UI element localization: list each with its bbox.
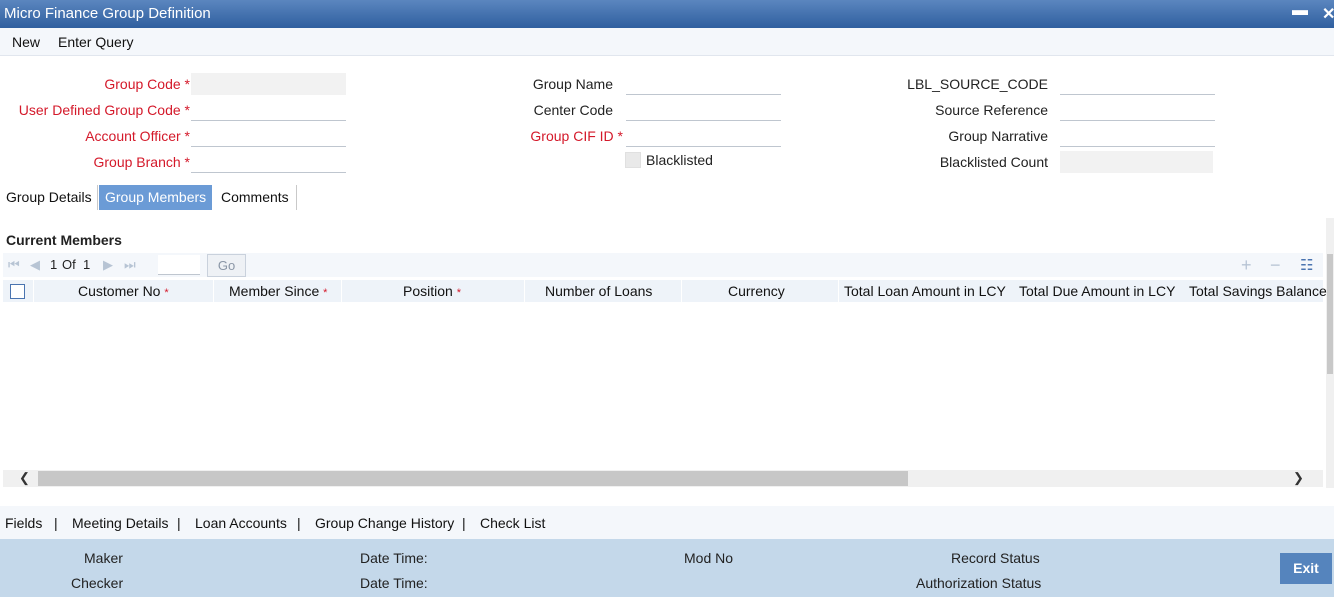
blacklisted-count-label: Blacklisted Count <box>939 154 1048 170</box>
column-separator <box>838 280 839 302</box>
mod-no-label: Mod No <box>684 550 734 566</box>
group-code-field[interactable] <box>191 73 346 95</box>
footer-separator: | <box>297 515 301 531</box>
column-separator <box>681 280 682 302</box>
scroll-right-icon[interactable]: ❯ <box>1293 470 1304 486</box>
delete-row-icon[interactable]: − <box>1270 255 1281 276</box>
total-pages: 1 <box>83 257 91 272</box>
footer-separator: | <box>177 515 181 531</box>
close-icon[interactable]: ✕ <box>1322 4 1334 24</box>
column-header-total-loan-amount[interactable]: Total Loan Amount in LCY <box>844 283 1006 299</box>
group-narrative-label: Group Narrative <box>948 128 1048 144</box>
column-separator <box>33 280 34 302</box>
maker-label: Maker <box>84 550 123 566</box>
column-separator <box>213 280 214 302</box>
user-defined-group-code-field[interactable] <box>191 99 346 121</box>
page-scrollbar[interactable] <box>1326 218 1334 488</box>
column-separator <box>341 280 342 302</box>
blacklisted-count-field[interactable] <box>1060 151 1213 173</box>
tab-group-members[interactable]: Group Members <box>99 185 213 210</box>
tab-separator <box>97 185 98 210</box>
source-code-label: LBL_SOURCE_CODE <box>907 76 1048 92</box>
blacklisted-label: Blacklisted <box>646 152 713 168</box>
last-page-icon[interactable]: ⏭ <box>124 257 136 273</box>
scroll-left-icon[interactable]: ❮ <box>19 470 30 486</box>
scrollbar-thumb[interactable] <box>38 471 908 486</box>
add-row-icon[interactable]: + <box>1241 255 1252 276</box>
check-list-link[interactable]: Check List <box>480 515 545 531</box>
enter-query-menu-item[interactable]: Enter Query <box>58 34 133 50</box>
exit-button[interactable]: Exit <box>1280 553 1332 584</box>
source-code-field[interactable] <box>1060 73 1215 95</box>
page-scrollbar-thumb[interactable] <box>1327 254 1333 374</box>
column-header-position[interactable]: Position * <box>403 283 461 299</box>
group-branch-label: Group Branch * <box>93 154 190 170</box>
tab-separator <box>296 185 297 210</box>
group-cif-id-field[interactable] <box>626 125 781 147</box>
account-officer-field[interactable] <box>191 125 346 147</box>
source-reference-label: Source Reference <box>935 102 1048 118</box>
next-page-icon[interactable]: ▶ <box>103 257 113 273</box>
group-cif-id-label: Group CIF ID * <box>530 128 623 144</box>
group-branch-field[interactable] <box>191 151 346 173</box>
center-code-field[interactable] <box>626 99 781 121</box>
members-grid-body <box>3 303 1323 468</box>
new-menu-item[interactable]: New <box>12 34 40 50</box>
column-header-member-since[interactable]: Member Since * <box>229 283 327 299</box>
footer-separator: | <box>462 515 466 531</box>
tab-comments[interactable]: Comments <box>215 185 295 210</box>
column-header-customer-no[interactable]: Customer No * <box>78 283 169 299</box>
authorization-status-label: Authorization Status <box>916 575 1042 591</box>
column-header-currency[interactable]: Currency <box>728 283 785 299</box>
minimize-icon[interactable]: ▬ <box>1292 2 1308 20</box>
checker-date-time-label: Date Time: <box>360 575 428 591</box>
window-title: Micro Finance Group Definition <box>4 5 211 22</box>
user-defined-group-code-label: User Defined Group Code * <box>18 102 190 118</box>
footer-separator: | <box>54 515 58 531</box>
maker-date-time-label: Date Time: <box>360 550 428 566</box>
checker-label: Checker <box>71 575 124 591</box>
of-label: Of <box>62 257 76 272</box>
menu-bar: New Enter Query <box>0 28 1334 56</box>
account-officer-label: Account Officer * <box>85 128 190 144</box>
column-separator <box>524 280 525 302</box>
column-header-total-due-amount[interactable]: Total Due Amount in LCY <box>1019 283 1175 299</box>
title-bar: Micro Finance Group Definition ▬ ✕ <box>0 0 1334 28</box>
group-narrative-field[interactable] <box>1060 125 1215 147</box>
group-name-field[interactable] <box>626 73 781 95</box>
group-change-history-link[interactable]: Group Change History <box>315 515 454 531</box>
audit-status-bar <box>0 539 1334 597</box>
loan-accounts-link[interactable]: Loan Accounts <box>195 515 287 531</box>
goto-page-input[interactable] <box>158 255 200 275</box>
source-reference-field[interactable] <box>1060 99 1215 121</box>
grid-horizontal-scrollbar[interactable]: ❮ ❯ <box>3 470 1323 487</box>
record-status-label: Record Status <box>951 550 1040 566</box>
current-members-title: Current Members <box>6 232 122 248</box>
meeting-details-link[interactable]: Meeting Details <box>72 515 169 531</box>
group-name-label: Group Name <box>532 76 613 92</box>
column-header-number-of-loans[interactable]: Number of Loans <box>545 283 652 299</box>
blacklisted-checkbox[interactable] <box>625 152 641 168</box>
current-page: 1 <box>50 257 58 272</box>
first-page-icon[interactable]: ⏮ <box>8 257 20 273</box>
center-code-label: Center Code <box>533 102 613 118</box>
column-header-total-savings-balance[interactable]: Total Savings Balance <box>1189 283 1327 299</box>
select-all-checkbox[interactable] <box>10 284 25 299</box>
go-button[interactable]: Go <box>207 254 246 277</box>
fields-link[interactable]: Fields <box>5 515 42 531</box>
grid-pager: ⏮ ◀ 1 Of 1 ▶ ⏭ Go + − ☷ <box>3 253 1323 277</box>
group-code-label: Group Code * <box>104 76 190 92</box>
single-view-icon[interactable]: ☷ <box>1300 256 1313 274</box>
prev-page-icon[interactable]: ◀ <box>30 257 40 273</box>
tab-group-details[interactable]: Group Details <box>0 185 98 210</box>
header-form: Group Code * User Defined Group Code * A… <box>0 60 1334 180</box>
